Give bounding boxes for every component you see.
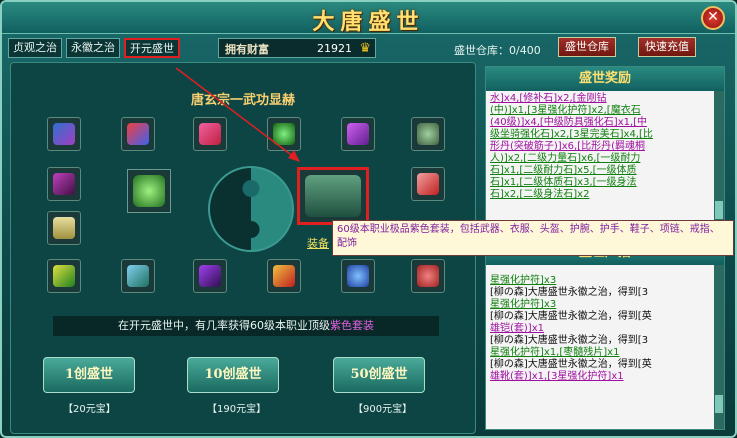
item-tooltip: 60级本职业极品紫色套装，包括武器、衣服、头盔、护腕、护手、鞋子、项链、戒指、配… [332, 220, 734, 256]
item-slot[interactable] [47, 211, 81, 245]
broadcast-list[interactable]: 星强化护符]x3 [柳の森]大唐盛世永徽之治，得到[3 星强化护符]x3 [柳の… [486, 265, 724, 429]
draw-10-button[interactable]: 10创盛世 [187, 357, 279, 393]
broadcast-panel: 盛世广播 星强化护符]x3 [柳の森]大唐盛世永徽之治，得到[3 星强化护符]x… [485, 240, 725, 430]
purple-set-item[interactable] [297, 167, 369, 225]
broadcast-line[interactable]: 星强化护符]x3 [490, 299, 710, 311]
wealth-label: 拥有财富 [225, 43, 269, 56]
reward-line[interactable]: 级坐骑强化石]x2,[3星完美石]x4,[比 [490, 129, 710, 141]
scroll-thumb[interactable] [715, 201, 723, 219]
reward-line[interactable]: 水]x4,[修补石]x2,[金刚钻 [490, 93, 710, 105]
tab-yonghui[interactable]: 永徽之治 [66, 38, 120, 58]
broadcast-line: [柳の森]大唐盛世永徽之治，得到[3 [490, 287, 649, 298]
broadcast-scrollbar[interactable] [714, 265, 724, 429]
item-slot[interactable] [411, 167, 445, 201]
info-strip: 在开元盛世中，有几率获得60级本职业顶级紫色套装 [53, 316, 439, 336]
broadcast-line[interactable]: 雄靴(套)]x1,[3星强化护符]x1 [490, 371, 710, 383]
reward-line[interactable]: (中)]x1,[3星强化护符]x2,[魔衣石 [490, 105, 710, 117]
draw-50-price: 【900元宝】 [353, 404, 413, 415]
arrow-annotation [175, 67, 300, 162]
draw-50-button[interactable]: 50创盛世 [333, 357, 425, 393]
scroll-thumb[interactable] [715, 395, 723, 413]
item-slot[interactable] [127, 169, 171, 213]
item-slot[interactable] [121, 117, 155, 151]
broadcast-line: [柳の森]大唐盛世永徽之治，得到[英 [490, 311, 652, 322]
broadcast-line: [柳の森]大唐盛世永徽之治，得到[英 [490, 359, 652, 370]
item-slot[interactable] [121, 259, 155, 293]
item-slot[interactable] [267, 259, 301, 293]
warehouse-button[interactable]: 盛世仓库 [558, 37, 616, 57]
reward-line[interactable]: 石]x1,[二级体质石]x3,[一级身法 [490, 177, 710, 189]
reward-line[interactable]: 人)]x2,[二级力量石]x6,[一级耐力 [490, 153, 710, 165]
broadcast-line[interactable]: 星强化护符]x1,[枣髓残片]x1 [490, 347, 710, 359]
yin-yang-emblem [208, 166, 294, 252]
equip-label[interactable]: 装备 [307, 235, 329, 251]
rewards-panel: 盛世奖励 水]x4,[修补石]x2,[金刚钻 (中)]x1,[3星强化护符]x2… [485, 66, 725, 228]
item-slot[interactable] [47, 167, 81, 201]
wealth-display: 拥有财富 21921 ♛ [218, 38, 376, 58]
draw-1-button[interactable]: 1创盛世 [43, 357, 135, 393]
info-highlight: 紫色套装 [330, 319, 374, 332]
crown-icon: ♛ [359, 41, 371, 56]
rewards-scrollbar[interactable] [714, 91, 724, 227]
broadcast-line[interactable]: 雄铠(套)]x1 [490, 323, 710, 335]
item-slot[interactable] [411, 259, 445, 293]
tab-zhenguan[interactable]: 贞观之治 [8, 38, 62, 58]
reward-line[interactable]: 石]x2,[二级身法石]x2 [490, 189, 710, 201]
draw-10-price: 【190元宝】 [207, 404, 267, 415]
item-slot[interactable] [411, 117, 445, 151]
rewards-list[interactable]: 水]x4,[修补石]x2,[金刚钻 (中)]x1,[3星强化护符]x2,[魔衣石… [486, 91, 724, 227]
reward-line[interactable]: (40级)]x4,[中级防具强化石]x1,[中 [490, 117, 710, 129]
item-slot[interactable] [341, 117, 375, 151]
broadcast-line: [柳の森]大唐盛世永徽之治，得到[3 [490, 335, 649, 346]
warehouse-count: 盛世仓库：0/400 [454, 44, 541, 57]
title-bar: 大唐盛世 ✕ [2, 2, 735, 35]
window-title: 大唐盛世 [312, 9, 425, 35]
close-icon[interactable]: ✕ [701, 6, 725, 30]
reward-line[interactable]: 形丹(突破筋子)]x6,[比形丹(羁魂桐 [490, 141, 710, 153]
reward-line[interactable]: 石]x1,[二级耐力石]x5,[一级体质 [490, 165, 710, 177]
wealth-value: 21921 [317, 42, 352, 55]
item-slot[interactable] [47, 259, 81, 293]
tab-kaiyuan[interactable]: 开元盛世 [124, 38, 180, 58]
recharge-button[interactable]: 快速充值 [638, 37, 696, 57]
item-slot[interactable] [47, 117, 81, 151]
draw-1-price: 【20元宝】 [63, 404, 116, 415]
info-text: 在开元盛世中，有几率获得60级本职业顶级 [118, 319, 330, 332]
game-window: { "window": { "title": "大唐盛世", "close_la… [0, 0, 737, 438]
broadcast-line[interactable]: 星强化护符]x3 [490, 275, 710, 287]
item-slot[interactable] [341, 259, 375, 293]
rewards-title: 盛世奖励 [486, 67, 724, 91]
item-slot[interactable] [193, 259, 227, 293]
era-tabs: 贞观之治 永徽之治 开元盛世 [8, 38, 180, 58]
